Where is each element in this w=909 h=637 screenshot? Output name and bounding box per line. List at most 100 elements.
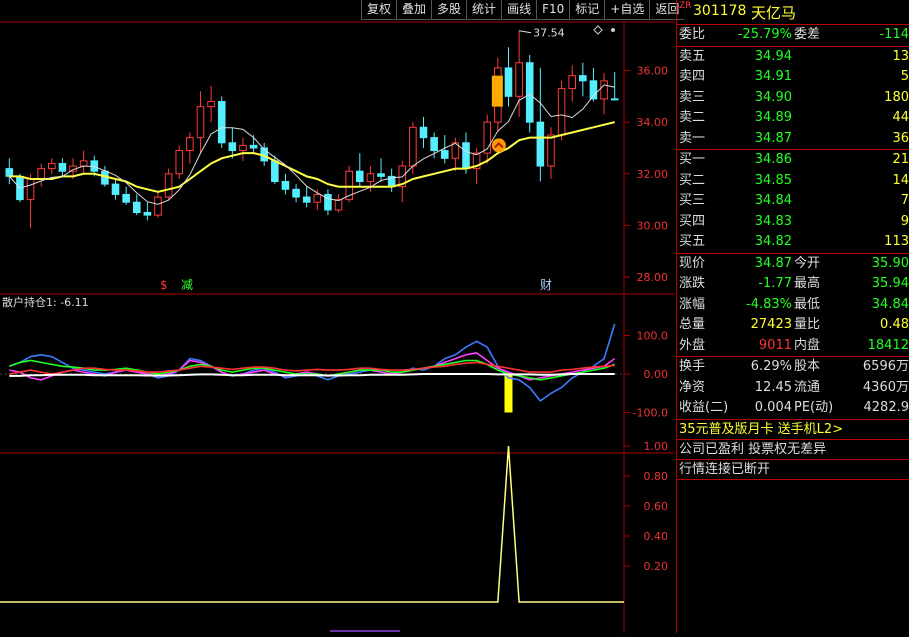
- quote-row: 总量27423量比0.48: [677, 315, 909, 336]
- candle-body: [112, 184, 119, 194]
- ask-label: 卖二: [679, 108, 705, 129]
- diamond-icon: [594, 26, 602, 34]
- candle-body: [569, 76, 576, 89]
- fund-label: 流通: [794, 378, 820, 399]
- stock-code[interactable]: 301178: [693, 3, 746, 19]
- stat-label: 最低: [794, 295, 820, 316]
- ask-volume: 5: [901, 67, 909, 88]
- quote-row: 涨幅-4.83%最低34.84: [677, 295, 909, 316]
- candle-body: [197, 107, 204, 138]
- stat-value: 9011: [759, 336, 792, 357]
- fund-value: 4360万: [863, 378, 909, 399]
- indicator-bar: [504, 374, 512, 413]
- y-tick-label: 0.40: [644, 530, 669, 543]
- quote-row: 涨跌-1.77最高35.94: [677, 274, 909, 295]
- bid-volume: 21: [892, 150, 909, 171]
- candle-body: [431, 138, 438, 151]
- bid-label: 买二: [679, 171, 705, 192]
- promo-link[interactable]: 35元普及版月卡 送手机L2>: [677, 420, 909, 440]
- toolbar-button[interactable]: +自选: [604, 0, 649, 20]
- toolbar-button[interactable]: 统计: [466, 0, 501, 20]
- toolbar-button[interactable]: 画线: [501, 0, 536, 20]
- quote-row: 卖四34.915: [677, 67, 909, 88]
- bid-volume: 113: [884, 232, 909, 253]
- candle-body: [516, 63, 523, 97]
- fund-value: 6596万: [863, 357, 909, 378]
- ask-price: 34.89: [755, 108, 792, 129]
- candle-body: [272, 161, 279, 182]
- bid-label: 买四: [679, 212, 705, 233]
- candle-body: [410, 127, 417, 166]
- stat-value: -1.77: [758, 274, 792, 295]
- toolbar-button[interactable]: 标记: [569, 0, 604, 20]
- bid-label: 买三: [679, 191, 705, 212]
- stat-label: 内盘: [794, 336, 820, 357]
- stat-label: 外盘: [679, 336, 705, 357]
- stat-value: 35.90: [872, 254, 909, 275]
- ask-label: 卖一: [679, 129, 705, 150]
- candle-body: [250, 145, 257, 148]
- ask-volume: 180: [884, 88, 909, 109]
- fund-label: 收益(二): [679, 398, 728, 419]
- stock-name[interactable]: 天亿马: [751, 2, 796, 23]
- ask-price: 34.90: [755, 88, 792, 109]
- signal-marker: [492, 138, 506, 152]
- candle-body: [218, 101, 225, 142]
- toolbar-button[interactable]: F10: [536, 0, 569, 20]
- chart-area[interactable]: 36.0034.0032.0030.0028.0037.54$减财散户持仓1: …: [0, 0, 675, 633]
- company-note: 公司已盈利 投票权无差异: [677, 440, 909, 460]
- bid-price: 34.84: [755, 191, 792, 212]
- stat-value: 18412: [868, 336, 909, 357]
- quote-row: 卖二34.8944: [677, 108, 909, 129]
- quote-row: 净资12.45流通4360万: [677, 378, 909, 399]
- candle-body: [580, 76, 587, 81]
- fund-label: 换手: [679, 357, 705, 378]
- candle-body: [611, 99, 618, 100]
- candle-body: [27, 179, 34, 200]
- bid-price: 34.85: [755, 171, 792, 192]
- quote-row: 卖一34.8736: [677, 129, 909, 150]
- ask-price: 34.87: [755, 129, 792, 150]
- weibi-value: -25.79%: [738, 25, 792, 46]
- stat-value: 34.84: [872, 295, 909, 316]
- y-tick-label: 28.00: [637, 271, 669, 284]
- stat-label: 涨跌: [679, 274, 705, 295]
- candle-body: [335, 200, 342, 210]
- toolbar-button[interactable]: 复权: [361, 0, 396, 20]
- stat-label: 量比: [794, 315, 820, 336]
- toolbar-button[interactable]: 叠加: [396, 0, 431, 20]
- toolbar-button[interactable]: 多股: [431, 0, 466, 20]
- indicator1-blue-line: [9, 324, 614, 401]
- ask-price: 34.94: [755, 47, 792, 68]
- ask-price: 34.91: [755, 67, 792, 88]
- indicator2-line: [0, 446, 624, 602]
- weibi-row: 委比 -25.79% 委差 -114: [677, 25, 909, 47]
- fund-value: 4282.9: [864, 398, 909, 419]
- y-tick-label: 34.00: [637, 116, 669, 129]
- chart-canvas[interactable]: 36.0034.0032.0030.0028.0037.54$减财散户持仓1: …: [0, 0, 675, 633]
- candle-body: [229, 143, 236, 151]
- candle-body: [176, 151, 183, 174]
- candle-body: [601, 81, 608, 99]
- stat-label: 总量: [679, 315, 705, 336]
- bid-book: 买一34.8621买二34.8514买三34.847买四34.839买五34.8…: [677, 150, 909, 254]
- y-tick-label: 0.20: [644, 560, 669, 573]
- candle-body: [282, 182, 289, 190]
- bid-volume: 9: [901, 212, 909, 233]
- ask-label: 卖三: [679, 88, 705, 109]
- stat-label: 今开: [794, 254, 820, 275]
- cai-marker: 财: [540, 278, 552, 292]
- high-price-label: 37.54: [533, 27, 565, 40]
- bid-label: 买一: [679, 150, 705, 171]
- candle-body: [537, 122, 544, 166]
- connection-status: 行情连接已断开: [677, 460, 909, 480]
- quote-row: 卖五34.9413: [677, 47, 909, 68]
- quote-row: 买五34.82113: [677, 232, 909, 253]
- fund-label: 净资: [679, 378, 705, 399]
- candle-body: [80, 161, 87, 166]
- candle-body: [38, 169, 45, 179]
- candle-body: [548, 135, 555, 166]
- candle-body: [505, 68, 512, 96]
- quote-row: 换手6.29%股本6596万: [677, 357, 909, 378]
- candle-body: [165, 174, 172, 197]
